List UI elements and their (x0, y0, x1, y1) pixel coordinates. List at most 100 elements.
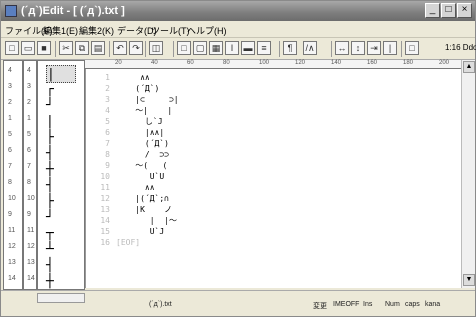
box-icon[interactable]: ▢ (193, 41, 207, 55)
line-text: U`J (116, 227, 165, 236)
status-modified: 変更 (313, 303, 327, 310)
line-text: (´Д`) (116, 84, 160, 93)
tree-number: 9 (8, 211, 12, 218)
ruler: 20 40 60 80 100 120 140 160 180 200 (85, 60, 461, 69)
scroll-up-icon[interactable]: ▲ (463, 61, 475, 73)
text-icon[interactable]: ¶ (283, 41, 297, 55)
paste-icon[interactable]: ▤ (91, 41, 105, 55)
copy-icon[interactable]: ⧉ (75, 41, 89, 55)
index-number: 13 (27, 259, 35, 266)
menu-item-1[interactable]: 編集1(E) (43, 24, 78, 37)
index-number: 2 (27, 99, 31, 106)
width-icon[interactable]: ↔ (335, 41, 349, 55)
part-item[interactable]: ┼ (46, 273, 76, 291)
scroll-down-icon[interactable]: ▼ (463, 274, 475, 286)
menu-bar: ファイル(F) 編集1(E) 編集2(K) データ(D) ツール(T) ヘルプ(H) (1, 21, 475, 38)
tree-number: 14 (8, 275, 16, 282)
line-text: ～| | (116, 106, 173, 115)
line-number: 14 (100, 216, 110, 225)
save-icon[interactable]: ■ (37, 41, 51, 55)
tree-number: 1 (8, 115, 12, 122)
grid-icon[interactable]: ▦ (209, 41, 223, 55)
line-number: 10 (100, 172, 110, 181)
line-number: 4 (105, 106, 110, 115)
line-text: [EOF] (116, 238, 141, 247)
toolbar-separator (145, 41, 146, 57)
line-text: |⊂ ⊃| (116, 95, 179, 104)
ruler-tick: 100 (259, 60, 270, 66)
hline-icon[interactable]: ▬ (241, 41, 255, 55)
app-icon (5, 5, 17, 17)
line-number: 15 (100, 227, 110, 236)
height-icon[interactable]: ↕ (351, 41, 365, 55)
ruler-tick: 60 (187, 60, 194, 66)
toolbar-separator (331, 41, 332, 57)
line-number: 5 (105, 117, 110, 126)
menu-item-5[interactable]: ヘルプ(H) (187, 24, 227, 37)
ruler-tick: 140 (331, 60, 342, 66)
tree-number: 11 (8, 227, 16, 234)
frame-icon[interactable]: □ (177, 41, 191, 55)
maximize-button[interactable]: □ (441, 3, 456, 18)
line-number: 6 (105, 128, 110, 137)
line-number: 3 (105, 95, 110, 104)
tab-icon[interactable]: ⇥ (367, 41, 381, 55)
ruler-tick: 120 (295, 60, 306, 66)
line-text: / ⊃⊃ (116, 150, 169, 159)
line-text: し`J (116, 117, 163, 126)
undo-icon[interactable]: ↶ (113, 41, 127, 55)
status-num: Num (385, 301, 400, 308)
vertical-scrollbar[interactable]: ▲ ▼ (461, 60, 475, 288)
line-text: |∧∧| (116, 128, 165, 137)
tree-number: 7 (8, 163, 12, 170)
toolbar-separator (173, 41, 174, 57)
status-bar: (´д`).txt 変更 IMEOFF Ins Num caps kana (1, 290, 475, 316)
minimize-button[interactable]: _ (425, 3, 440, 18)
tree-number: 12 (8, 243, 16, 250)
open-folder-icon[interactable]: ▭ (21, 41, 35, 55)
line-number: 1 (105, 73, 110, 82)
ruler-tick: 20 (115, 60, 122, 66)
line-number: 2 (105, 84, 110, 93)
view-icon[interactable]: □ (405, 41, 419, 55)
line-text: U`U (116, 172, 165, 181)
zoom-level: 1:16 Ddot (445, 43, 476, 52)
status-kana: kana (425, 301, 441, 308)
parts-scrollbar[interactable] (37, 293, 85, 303)
toolbar-separator (401, 41, 402, 57)
line-icon[interactable]: I (225, 41, 239, 55)
column-icon[interactable]: | (383, 41, 397, 55)
line-text: (´Д`) (116, 139, 169, 148)
toolbar-separator (109, 41, 110, 57)
index-number: 3 (27, 83, 31, 90)
tree-number: 8 (8, 179, 12, 186)
index-number: 8 (27, 179, 31, 186)
tree-number: 3 (8, 83, 12, 90)
insert-icon[interactable]: ◫ (149, 41, 163, 55)
cut-icon[interactable]: ✂ (59, 41, 73, 55)
line-number: 9 (105, 161, 110, 170)
index-number: 14 (27, 275, 35, 282)
index-number: 12 (27, 243, 35, 250)
toolbar: 1:16 Ddot □▭■✂⧉▤↶↷◫□▢▦I▬≡¶/∧↔↕⇥|□ (1, 38, 476, 60)
menu-item-2[interactable]: 編集2(K) (79, 24, 114, 37)
align-icon[interactable]: ≡ (257, 41, 271, 55)
ruler-tick: 160 (367, 60, 378, 66)
text-editor[interactable]: 1 ∧∧ 2 (´Д`) 3 |⊂ ⊃| 4 ～| | 5 し`J 6 |∧∧| 7 (´Д… (85, 69, 461, 288)
index-number: 9 (27, 211, 31, 218)
tree-number: 13 (8, 259, 16, 266)
line-text: ∧∧ (116, 183, 155, 192)
redo-icon[interactable]: ↷ (129, 41, 143, 55)
new-file-icon[interactable]: □ (5, 41, 19, 55)
title-bar[interactable]: (´д`)Edit - [ (´д`).txt ] _ □ × (1, 1, 475, 21)
ascii-art-icon[interactable]: /∧ (303, 41, 317, 55)
main-window: (´д`)Edit - [ (´д`).txt ] _ □ × ファイル(F) 編… (0, 0, 476, 317)
index-number: 11 (27, 227, 35, 234)
menu-item-4[interactable]: ツール(T) (151, 24, 190, 37)
close-button[interactable]: × (457, 3, 472, 18)
line-number: 8 (105, 150, 110, 159)
status-insert: Ins (363, 301, 373, 308)
status-caps: caps (405, 301, 420, 308)
index-number: 10 (27, 195, 35, 202)
line-text: |K ノ (116, 205, 173, 214)
